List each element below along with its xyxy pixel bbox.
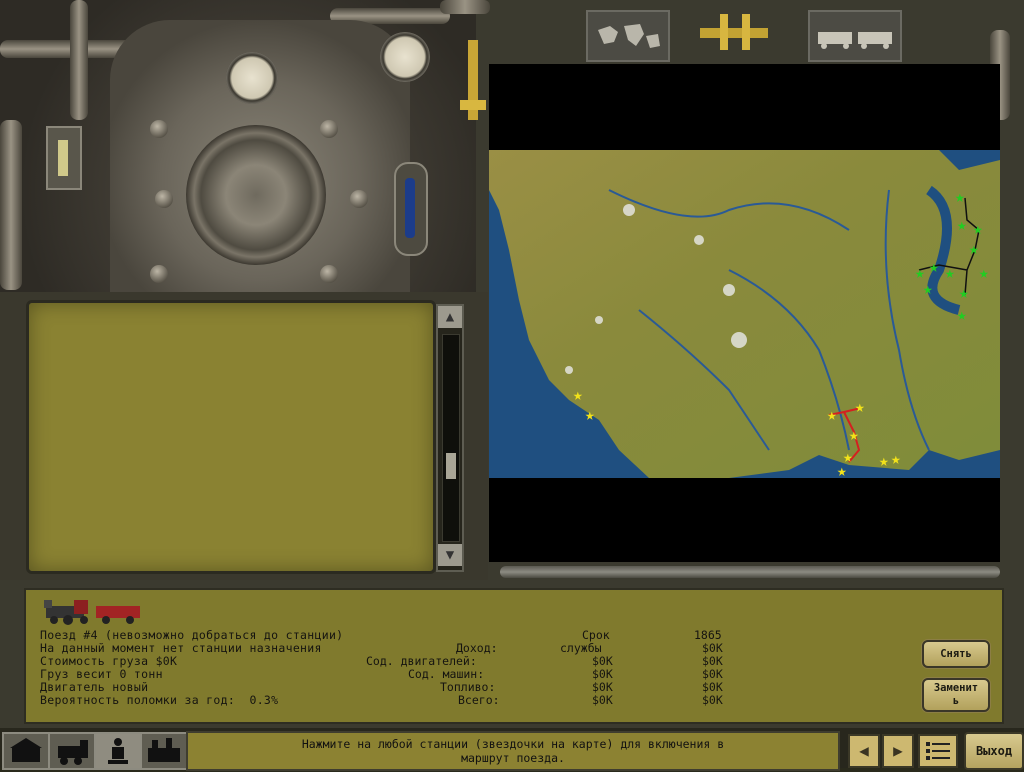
status-line-2: маршрут поезда. — [461, 751, 565, 765]
replace-button[interactable]: Заменит ь — [922, 678, 990, 712]
svg-text:★: ★ — [955, 187, 965, 206]
svg-text:★: ★ — [959, 283, 969, 302]
freight-cars-icon — [818, 32, 892, 49]
replace-button-label-2: ь — [952, 695, 960, 707]
bolt — [150, 120, 168, 138]
replace-button-label: Заменит — [933, 682, 979, 694]
train-title: Поезд #4 (невозможно добраться до станци… — [40, 628, 344, 642]
svg-text:★: ★ — [957, 215, 967, 234]
pipe — [0, 120, 22, 290]
destination-status: На данный момент нет станции назначения — [40, 641, 322, 655]
pressure-gauge-small — [226, 52, 278, 104]
cargo-weight: Груз весит 0 тонн — [40, 667, 163, 681]
world-map-icon — [598, 24, 660, 48]
locomotive-icon — [44, 600, 140, 625]
cargo-value: Стоимость груза $0K — [40, 654, 178, 668]
svg-text:★: ★ — [979, 263, 989, 282]
engine-cost-col1: $0K — [592, 654, 613, 668]
remove-button[interactable]: Снять — [922, 640, 990, 668]
svg-text:★: ★ — [891, 449, 901, 468]
player-tab[interactable] — [94, 732, 142, 770]
boiler-seal — [186, 125, 326, 265]
car-cost-label: Сод. машин: — [408, 667, 485, 681]
car-cost-col2: $0K — [702, 667, 723, 681]
total-label: Всего: — [458, 693, 500, 707]
bolt — [320, 120, 338, 138]
locomotive-machinery-panel — [0, 0, 488, 300]
income-label: Доход: — [456, 641, 498, 655]
svg-text:★: ★ — [837, 461, 847, 478]
scroll-track[interactable] — [442, 334, 460, 542]
svg-text:★: ★ — [879, 451, 889, 470]
scrollbar[interactable]: ▲ ▼ — [436, 304, 464, 572]
fuel-label: Топливо: — [440, 680, 496, 694]
svg-text:★: ★ — [923, 279, 933, 298]
year-header: 1865 — [694, 628, 722, 642]
next-button[interactable]: ▶ — [882, 734, 914, 768]
svg-text:★: ★ — [945, 263, 955, 282]
fuel-col1: $0K — [592, 680, 613, 694]
north-america-map[interactable]: ★ ★ ★ ★ ★ ★ ★ ★ ★ ★ ★ ★ ★ ★ ★ ★ ★ ★ ★ ★ — [489, 150, 1000, 478]
bolt — [150, 265, 168, 283]
status-line-1: Нажмите на любой станции (звездочки на к… — [301, 737, 725, 751]
engine-cost-label: Сод. двигателей: — [366, 654, 477, 668]
train-details-panel — [26, 300, 436, 574]
service-header: Срок — [582, 628, 610, 642]
previous-button[interactable]: ◀ — [848, 734, 880, 768]
bolt — [320, 265, 338, 283]
locomotive-tab-icon — [58, 740, 88, 765]
exit-button[interactable]: Выход — [964, 732, 1024, 770]
train-list-button[interactable] — [808, 10, 902, 62]
station-tab[interactable] — [2, 732, 50, 770]
industry-icon — [148, 738, 180, 762]
world-map-button[interactable] — [586, 10, 670, 62]
station-icon — [10, 738, 42, 762]
breakdown-chance: Вероятность поломки за год: 0.3% — [40, 693, 279, 707]
bolt — [155, 190, 173, 208]
pipe — [500, 566, 1000, 578]
brass-lever — [700, 12, 768, 52]
bolt — [350, 190, 368, 208]
pipe — [70, 0, 88, 120]
fuel-col2: $0K — [702, 680, 723, 694]
svg-text:★: ★ — [573, 385, 583, 404]
scroll-up-button[interactable]: ▲ — [438, 306, 462, 328]
car-cost-col1: $0K — [592, 667, 613, 681]
engine-cost-col2: $0K — [702, 654, 723, 668]
person-icon — [108, 738, 128, 764]
list-button[interactable] — [918, 734, 958, 768]
water-level-gauge — [394, 162, 428, 256]
train-tab[interactable] — [48, 732, 96, 770]
svg-text:★: ★ — [849, 425, 859, 444]
list-icon — [926, 742, 950, 760]
brass-valve — [460, 40, 486, 120]
svg-text:★: ★ — [973, 219, 983, 238]
svg-text:★: ★ — [585, 405, 595, 424]
scroll-thumb[interactable] — [446, 453, 456, 479]
industry-tab[interactable] — [140, 732, 188, 770]
svg-text:★: ★ — [969, 239, 979, 258]
total-col1: $0K — [592, 693, 613, 707]
service-header-2: службы — [560, 641, 602, 655]
pressure-gauge — [380, 32, 430, 82]
thermometer-gauge — [46, 126, 82, 190]
svg-text:★: ★ — [855, 397, 865, 416]
status-message: Нажмите на любой станции (звездочки на к… — [186, 731, 840, 771]
engine-condition: Двигатель новый — [40, 680, 149, 694]
pipe — [440, 0, 490, 14]
total-col2: $0K — [702, 693, 723, 707]
svg-text:★: ★ — [929, 257, 939, 276]
svg-text:★: ★ — [827, 405, 837, 424]
svg-text:★: ★ — [957, 305, 967, 324]
train-info-panel: Поезд #4 (невозможно добраться до станци… — [24, 588, 1004, 724]
scroll-down-button[interactable]: ▼ — [438, 544, 462, 566]
income-col2: $0K — [702, 641, 723, 655]
